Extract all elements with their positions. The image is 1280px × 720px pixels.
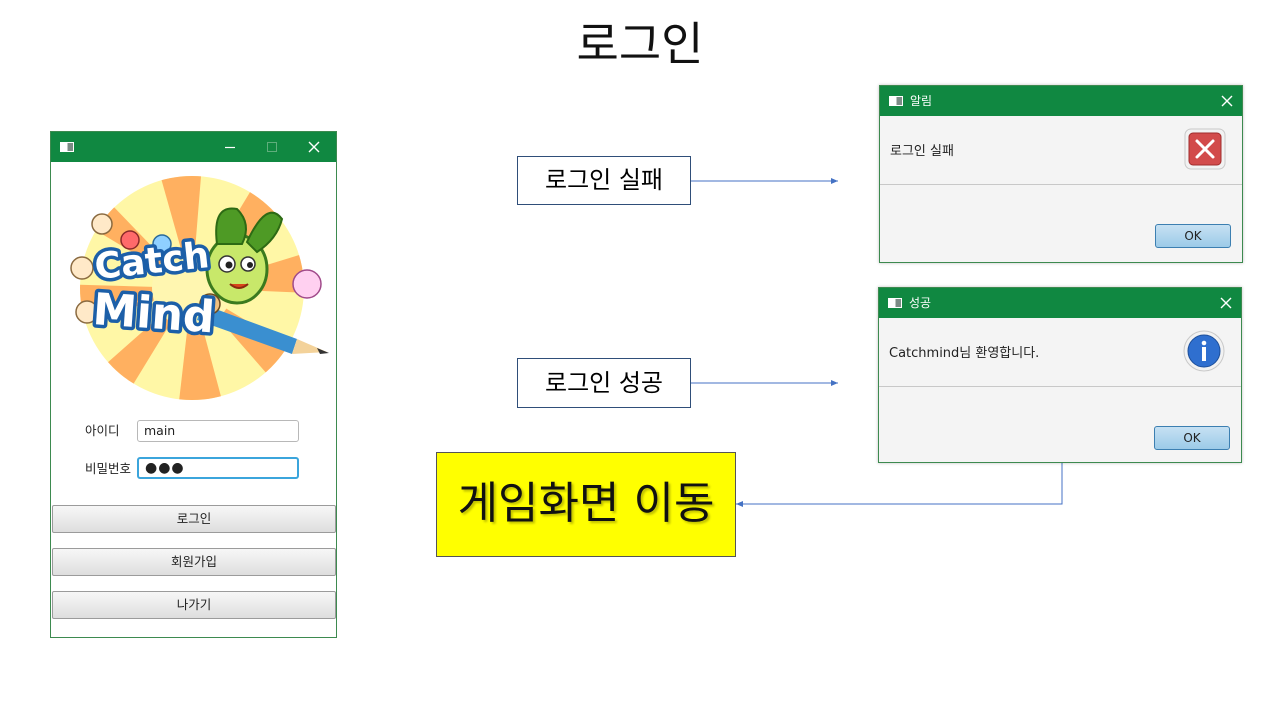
fail-dialog-titlebar[interactable]: 알림 [880, 86, 1242, 116]
success-dialog-ok-button[interactable]: OK [1154, 426, 1230, 450]
app-icon [889, 96, 903, 106]
success-dialog-titlebar[interactable]: 성공 [879, 288, 1241, 318]
success-dialog-title: 성공 [909, 296, 932, 310]
fail-dialog-ok-button[interactable]: OK [1155, 224, 1231, 248]
fail-dialog-header: 로그인 실패 [880, 116, 1242, 185]
arrow-to-game-screen [736, 462, 1063, 507]
success-dialog-close-button[interactable] [1209, 288, 1243, 318]
error-icon [1184, 128, 1226, 170]
fail-dialog-close-button[interactable] [1210, 86, 1244, 116]
fail-dialog-message: 로그인 실패 [890, 144, 954, 159]
fail-dialog-title: 알림 [910, 94, 933, 108]
close-icon [1221, 95, 1233, 107]
success-dialog-message: Catchmind님 환영합니다. [889, 346, 1040, 361]
information-icon [1183, 330, 1225, 372]
success-dialog-header: Catchmind님 환영합니다. [879, 318, 1241, 387]
login-success-dialog: 성공 Catchmind님 환영합니다. OK [878, 287, 1242, 463]
close-icon [1220, 297, 1232, 309]
login-fail-dialog: 알림 로그인 실패 OK [879, 85, 1243, 263]
app-icon [888, 298, 902, 308]
